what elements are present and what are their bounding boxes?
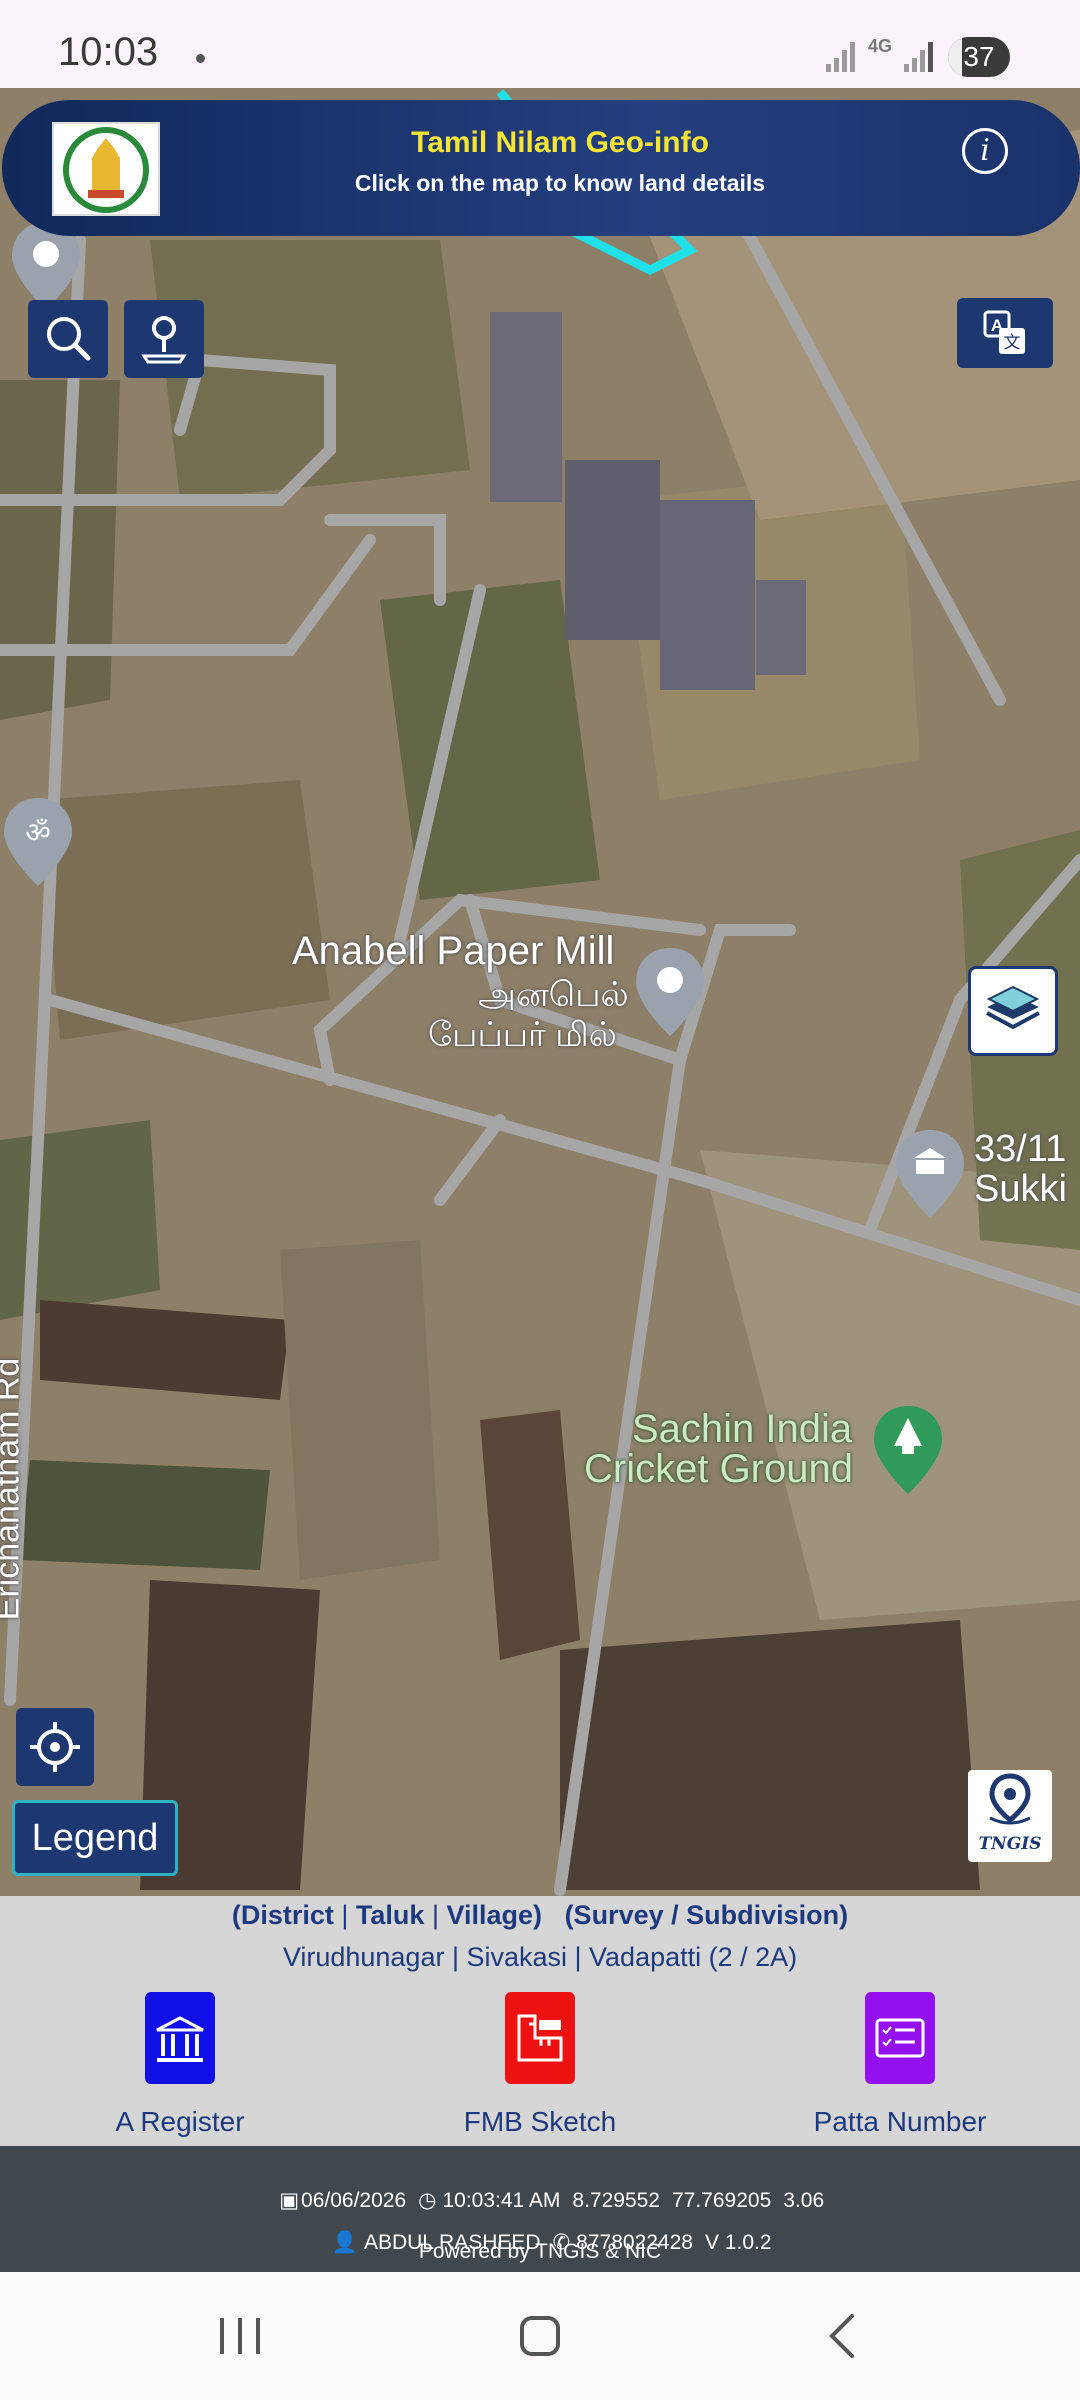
app-subtitle: Click on the map to know land details — [354, 170, 766, 196]
status-time: 10:03 — [58, 30, 159, 74]
signal-icon — [826, 36, 860, 72]
user-location-button[interactable] — [124, 300, 204, 378]
road-label: Erichanatham Rd — [0, 1357, 27, 1621]
location-heading: (District | Taluk | Village) (Survey / S… — [231, 1900, 849, 1930]
user-pin-icon — [141, 316, 187, 364]
a-register-label: A Register — [115, 2106, 245, 2137]
translate-icon: A 文 — [983, 310, 1025, 354]
app-header — [2, 100, 1080, 236]
patta-number-label: Patta Number — [813, 2106, 987, 2137]
info-icon[interactable]: i — [962, 128, 1008, 174]
survey-label: 33/11 — [974, 1128, 1067, 1170]
legend-button[interactable]: Legend — [12, 1800, 178, 1876]
id-card-icon — [865, 1992, 935, 2084]
location-pin-icon — [989, 1773, 1031, 1825]
battery-level: 37 — [963, 41, 995, 72]
footer: ▣06/06/2026 ◷ 10:03:41 AM 8.729552 77.769205… — [0, 2146, 1080, 2272]
network-type: 4G — [868, 36, 893, 56]
place-label-paper-mill-tamil-2: பேப்பர் மில் — [428, 1016, 617, 1054]
fmb-sketch-button[interactable]: FMB Sketch — [390, 1992, 690, 2138]
place-label-cricket-ground-2: Cricket Ground — [584, 1447, 853, 1491]
crosshair-icon — [30, 1722, 80, 1772]
location-value: Virudhunagar | Sivakasi | Vadapatti (2 /… — [282, 1942, 798, 1972]
heading-district: (District — [231, 1900, 334, 1930]
recent-apps-icon[interactable] — [210, 2306, 270, 2366]
status-bar: 10:03 4G 37 — [0, 0, 1080, 88]
home-icon[interactable] — [510, 2306, 570, 2366]
temple-pin-icon[interactable]: ॐ — [0, 796, 76, 890]
system-nav-bar — [0, 2272, 1080, 2400]
notification-dot — [196, 54, 205, 63]
signal-icon — [904, 36, 938, 72]
layers-button[interactable] — [968, 966, 1058, 1056]
heading-survey: (Survey / Subdivision) — [564, 1900, 849, 1930]
heading-taluk: Taluk — [355, 1900, 425, 1930]
fmb-sketch-label: FMB Sketch — [463, 2106, 617, 2137]
svg-text:文: 文 — [1004, 333, 1021, 353]
translate-button[interactable]: A 文 — [957, 298, 1053, 368]
place-label-paper-mill: Anabell Paper Mill — [292, 929, 615, 973]
tn-emblem-logo — [52, 122, 160, 216]
place-label-cricket-ground: Sachin India — [632, 1407, 853, 1451]
a-register-button[interactable]: A Register — [30, 1992, 330, 2138]
place-pin-icon[interactable] — [632, 946, 708, 1040]
footer-powered: Powered by TNGIS & NIC — [418, 2240, 662, 2263]
survey-label-2: Sukki — [974, 1168, 1067, 1210]
app-title: Tamil Nilam Geo-info — [411, 126, 709, 159]
patta-number-button[interactable]: Patta Number — [750, 1992, 1050, 2138]
search-icon — [47, 317, 91, 361]
government-pin-icon[interactable] — [892, 1128, 968, 1222]
svg-text:ॐ: ॐ — [25, 816, 51, 849]
battery-icon: 37 — [948, 37, 1010, 77]
tngis-label: TNGIS — [978, 1834, 1042, 1854]
layers-icon — [986, 985, 1040, 1030]
bank-icon — [145, 1992, 215, 2084]
place-label-paper-mill-tamil: அனபெல் — [478, 976, 629, 1014]
ruler-icon — [505, 1992, 575, 2084]
back-icon[interactable] — [814, 2306, 874, 2366]
search-button[interactable] — [28, 300, 108, 378]
park-pin-icon[interactable] — [870, 1404, 946, 1498]
tngis-logo: TNGIS — [968, 1770, 1052, 1862]
locate-me-button[interactable] — [16, 1708, 94, 1786]
heading-village: Village) — [446, 1900, 543, 1930]
